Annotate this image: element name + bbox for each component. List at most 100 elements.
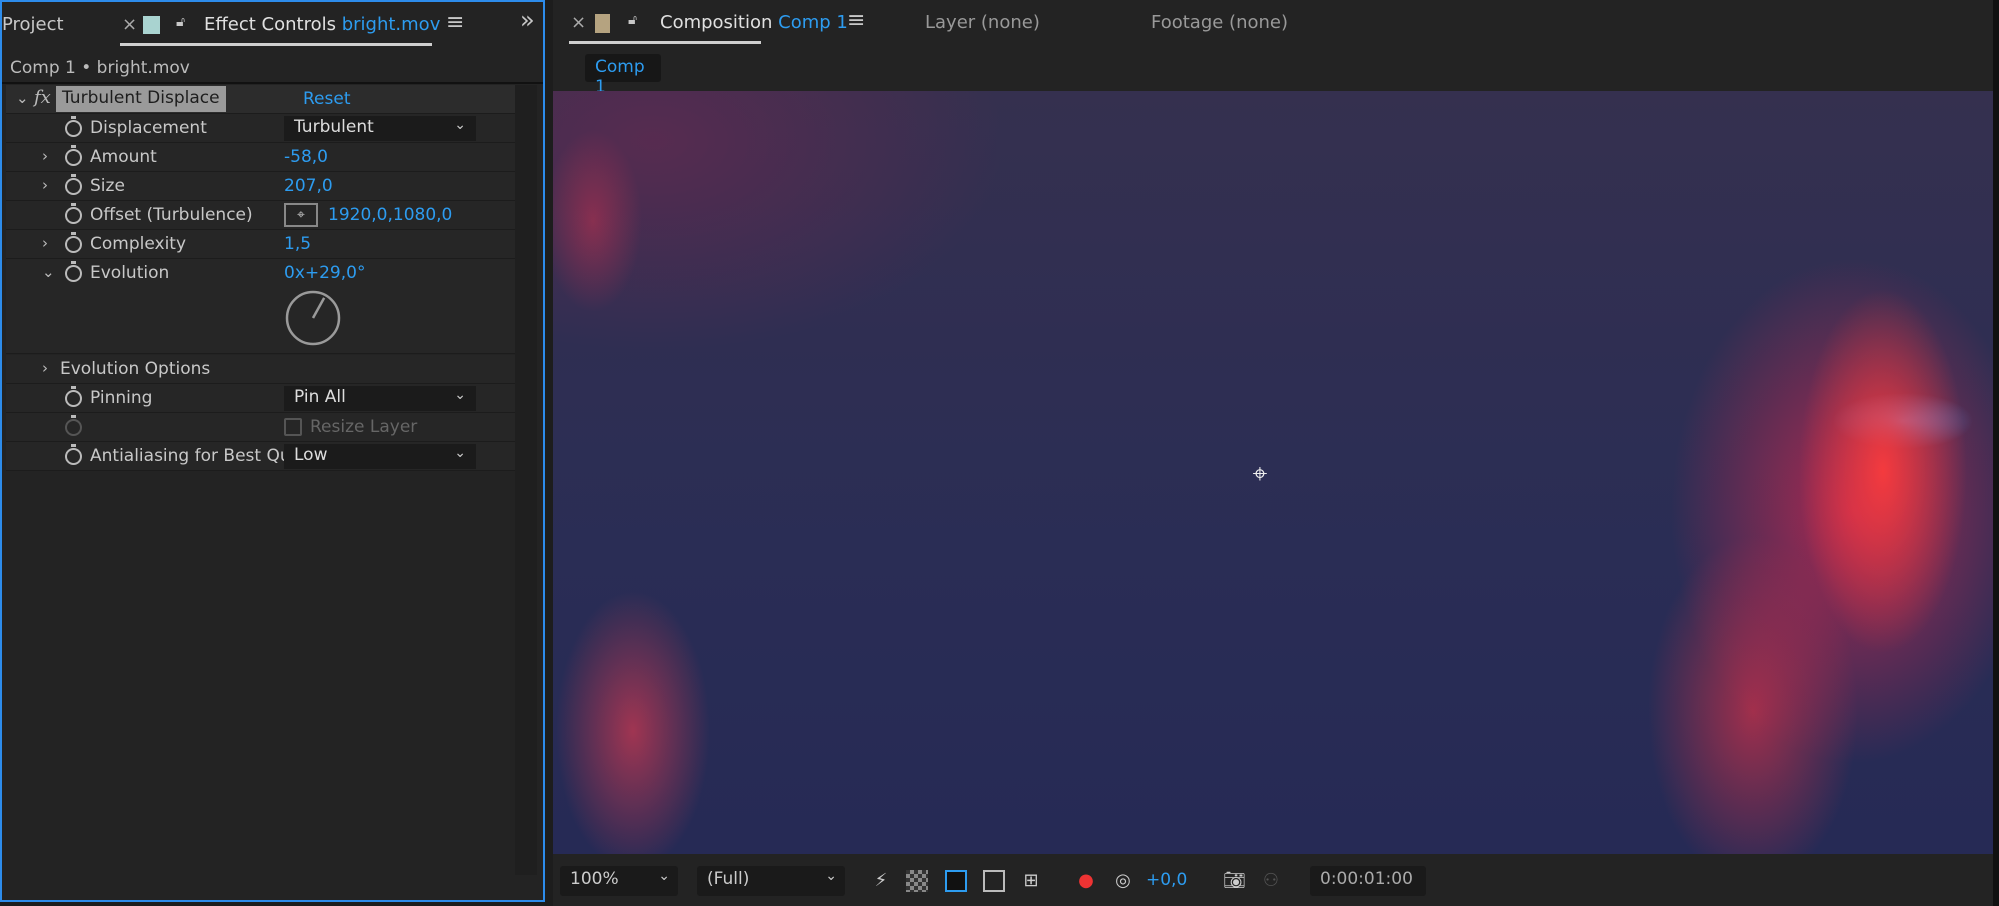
displacement-dropdown[interactable]: Turbulent ⌄: [284, 116, 476, 141]
size-value[interactable]: 207,0: [284, 176, 333, 196]
complexity-value[interactable]: 1,5: [284, 234, 311, 254]
stopwatch-icon[interactable]: [65, 203, 82, 224]
chevron-down-icon: ⌄: [454, 117, 466, 133]
chevron-down-icon: ⌄: [658, 868, 670, 884]
tab-label: Effect Controls: [204, 14, 336, 35]
property-row-resize-layer: Resize Layer: [6, 413, 516, 442]
evolution-value[interactable]: 0x+29,0°: [284, 263, 365, 283]
fast-previews-icon[interactable]: ⚡︎: [870, 870, 892, 892]
dropdown-value: Low: [294, 445, 328, 465]
dropdown-value: Turbulent: [294, 117, 374, 137]
stopwatch-icon[interactable]: [65, 444, 82, 465]
stopwatch-icon[interactable]: [65, 386, 82, 407]
panel-tab-bar: Project × 🔓︎ Effect Controls bright.mov …: [2, 2, 543, 52]
property-label: Displacement: [90, 118, 207, 138]
tab-footage[interactable]: Footage (none): [1151, 12, 1288, 33]
property-label: Complexity: [90, 234, 187, 254]
offset-value[interactable]: 1920,0,1080,0: [328, 205, 452, 225]
snapshot-camera-icon[interactable]: 📷︎: [1223, 870, 1246, 892]
twirl-open-icon[interactable]: ⌄: [16, 89, 29, 107]
exposure-value[interactable]: +0,0: [1146, 870, 1187, 890]
grid-guides-icon[interactable]: ⊞: [1020, 870, 1042, 892]
region-of-interest-icon[interactable]: [983, 870, 1005, 892]
amount-value[interactable]: -58,0: [284, 147, 328, 167]
resize-layer-checkbox[interactable]: [284, 418, 302, 436]
effect-header-row[interactable]: ⌄ fx Turbulent Displace Reset: [6, 85, 516, 114]
mask-visibility-icon[interactable]: [945, 870, 967, 892]
current-time-display[interactable]: 0:00:01:00: [1310, 866, 1426, 896]
lock-icon[interactable]: 🔓︎: [628, 12, 637, 28]
property-label: Amount: [90, 147, 157, 167]
stopwatch-icon: [65, 415, 82, 436]
property-label: Antialiasing for Best Qua: [90, 446, 302, 466]
tab-effect-controls[interactable]: Effect Controls bright.mov: [204, 14, 440, 35]
scrollbar[interactable]: [515, 85, 537, 875]
tab-project[interactable]: Project: [2, 14, 64, 35]
resolution-dropdown[interactable]: (Full) ⌄: [697, 866, 845, 896]
close-icon[interactable]: ×: [122, 14, 137, 35]
resolution-value: (Full): [707, 869, 750, 889]
stopwatch-icon[interactable]: [65, 261, 82, 282]
dial-hand: [311, 297, 326, 319]
property-row-evolution: ⌄ Evolution 0x+29,0°: [6, 259, 516, 354]
twirl-closed-icon[interactable]: ›: [42, 147, 48, 165]
property-row-offset: Offset (Turbulence) ⌖ 1920,0,1080,0: [6, 201, 516, 230]
reset-button[interactable]: Reset: [303, 89, 351, 109]
tab-layer[interactable]: Layer (none): [925, 12, 1040, 33]
dropdown-value: Pin All: [294, 387, 346, 407]
panel-menu-icon[interactable]: ≡: [847, 8, 865, 33]
chevron-down-icon: ⌄: [825, 868, 837, 884]
active-tab-underline: [120, 43, 432, 46]
color-management-icon[interactable]: ◎: [1112, 870, 1134, 892]
tab-label: Composition: [660, 12, 773, 33]
zoom-value: 100%: [570, 869, 619, 889]
twirl-open-icon[interactable]: ⌄: [42, 263, 55, 281]
stopwatch-icon[interactable]: [65, 116, 82, 137]
tab-target: Comp 1: [778, 12, 848, 33]
checkbox-label: Resize Layer: [310, 417, 418, 437]
twirl-closed-icon[interactable]: ›: [42, 234, 48, 252]
fx-toggle-icon[interactable]: fx: [34, 87, 51, 108]
effect-controls-panel: Project × 🔓︎ Effect Controls bright.mov …: [0, 0, 545, 902]
property-label: Offset (Turbulence): [90, 205, 253, 225]
stopwatch-icon[interactable]: [65, 232, 82, 253]
close-icon[interactable]: ×: [571, 12, 586, 33]
angle-dial[interactable]: [284, 289, 342, 347]
label-color-swatch: [595, 14, 610, 33]
anchor-point-icon[interactable]: ⌖: [1245, 459, 1275, 489]
breadcrumb: Comp 1 • bright.mov: [10, 58, 190, 78]
panel-menu-icon[interactable]: ≡: [446, 10, 464, 35]
magnification-dropdown[interactable]: 100% ⌄: [560, 866, 678, 896]
comp-1-subtab[interactable]: Comp 1: [585, 54, 661, 97]
channel-rgb-icon[interactable]: ●: [1075, 870, 1097, 892]
twirl-closed-icon[interactable]: ›: [42, 176, 48, 194]
property-row-displacement: Displacement Turbulent ⌄: [6, 114, 516, 143]
tab-composition[interactable]: Composition Comp 1: [660, 12, 848, 33]
pinning-dropdown[interactable]: Pin All ⌄: [284, 386, 476, 411]
stopwatch-icon[interactable]: [65, 174, 82, 195]
property-row-evolution-options: › Evolution Options: [6, 355, 516, 384]
composition-viewer[interactable]: ⌖: [553, 91, 1993, 854]
twirl-closed-icon[interactable]: ›: [42, 359, 48, 377]
antialiasing-dropdown[interactable]: Low ⌄: [284, 444, 476, 469]
crosshair-picker-icon[interactable]: ⌖: [284, 203, 318, 227]
property-label: Size: [90, 176, 125, 196]
property-row-complexity: › Complexity 1,5: [6, 230, 516, 259]
property-row-size: › Size 207,0: [6, 172, 516, 201]
label-color-swatch: [143, 16, 160, 34]
group-label[interactable]: Evolution Options: [60, 359, 210, 379]
overflow-chevron-icon[interactable]: »: [520, 6, 535, 34]
lock-icon[interactable]: 🔓︎: [176, 14, 185, 30]
property-label: Pinning: [90, 388, 153, 408]
tab-target: bright.mov: [341, 14, 441, 35]
chevron-down-icon: ⌄: [454, 445, 466, 461]
active-tab-underline: [569, 41, 761, 44]
property-row-pinning: Pinning Pin All ⌄: [6, 384, 516, 413]
stopwatch-icon[interactable]: [65, 145, 82, 166]
chevron-down-icon: ⌄: [454, 387, 466, 403]
show-snapshot-icon[interactable]: ⚇: [1260, 870, 1282, 892]
property-label: Evolution: [90, 263, 170, 283]
transparency-grid-icon[interactable]: [906, 870, 928, 892]
effect-name[interactable]: Turbulent Displace: [56, 86, 226, 112]
property-row-antialiasing: Antialiasing for Best Qua Low ⌄: [6, 442, 516, 471]
